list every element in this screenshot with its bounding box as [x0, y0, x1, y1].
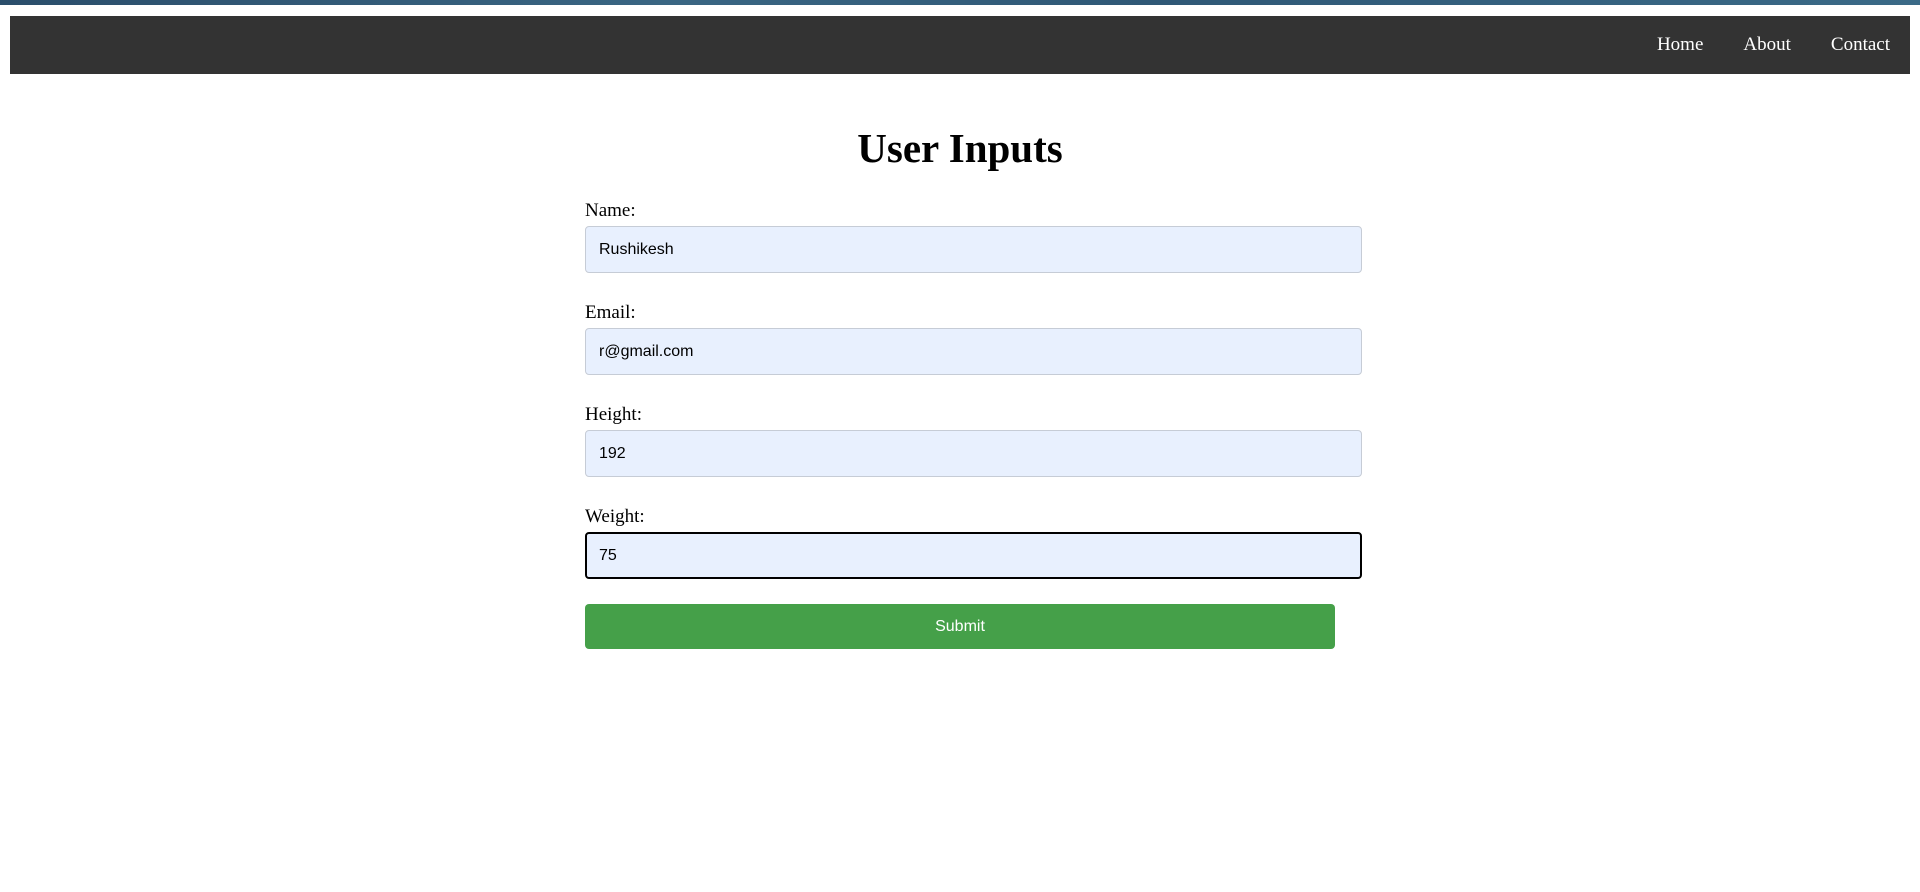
email-label: Email:: [585, 302, 636, 323]
user-input-form: Name: Email: Height: Weight: Submit: [585, 199, 1362, 649]
page-title: User Inputs: [857, 125, 1063, 171]
navbar: Home About Contact: [10, 16, 1910, 74]
nav-link-contact[interactable]: Contact: [1831, 34, 1890, 56]
email-input[interactable]: [585, 328, 1362, 375]
name-input[interactable]: [585, 226, 1362, 273]
browser-top-strip: [0, 0, 1920, 5]
nav-link-about[interactable]: About: [1743, 34, 1791, 56]
nav-link-home[interactable]: Home: [1657, 34, 1703, 56]
submit-button[interactable]: Submit: [585, 604, 1335, 649]
name-label: Name:: [585, 200, 636, 221]
height-label: Height:: [585, 404, 642, 425]
height-input[interactable]: [585, 430, 1362, 477]
weight-input[interactable]: [585, 532, 1362, 579]
weight-label: Weight:: [585, 506, 645, 527]
